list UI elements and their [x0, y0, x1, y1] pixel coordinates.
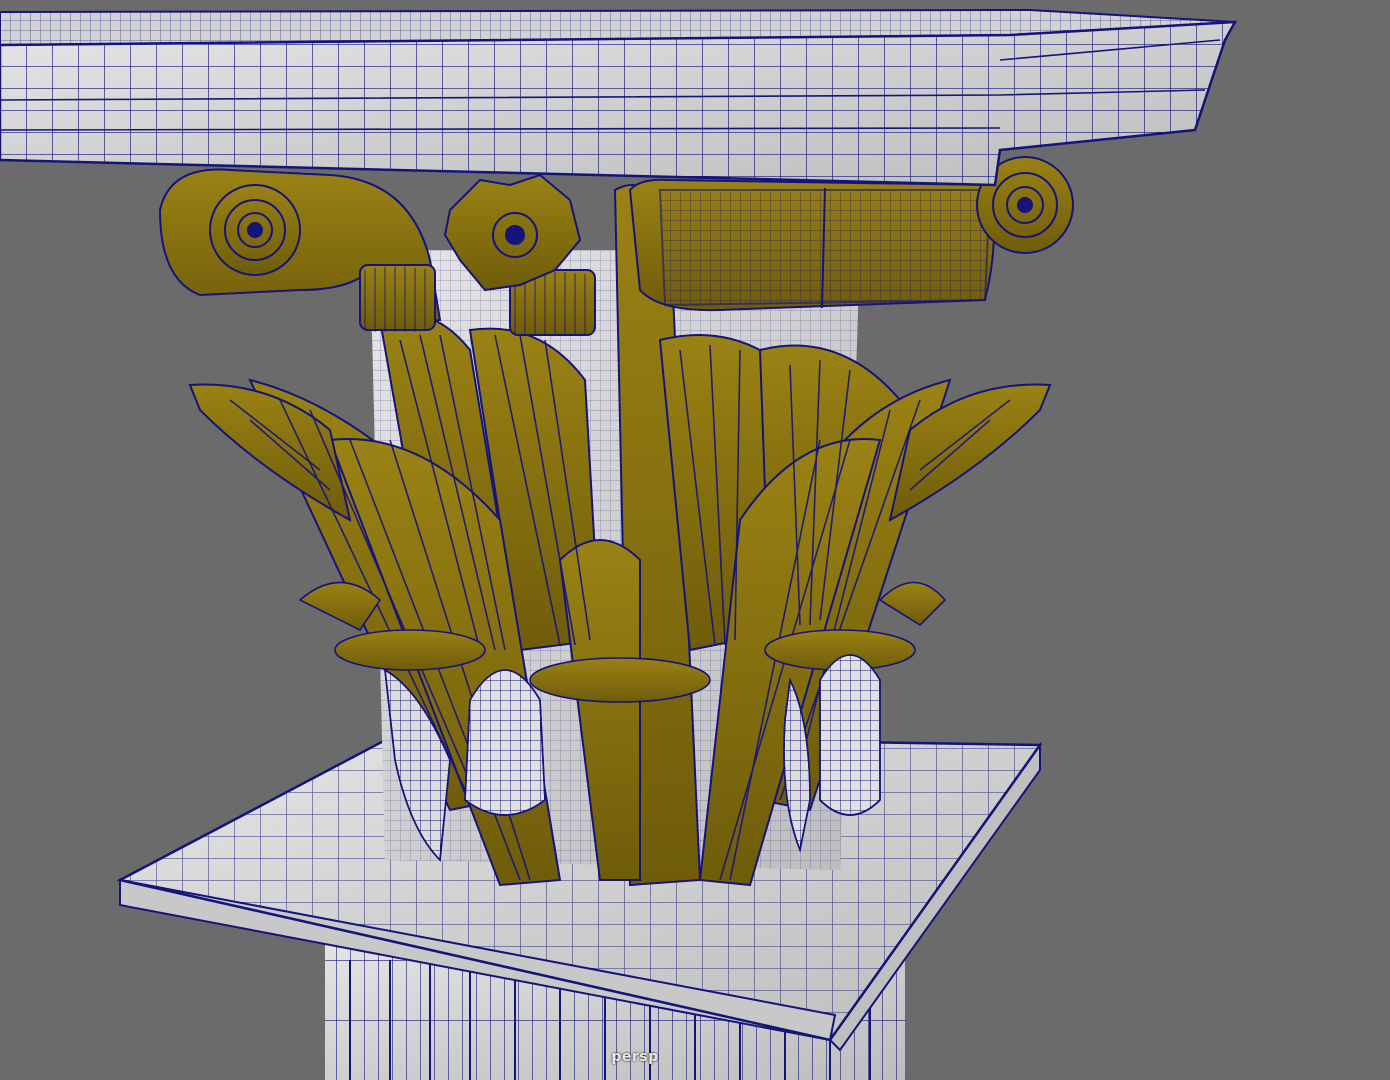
viewport-canvas[interactable]: [0, 0, 1390, 1080]
3d-viewport[interactable]: persp: [0, 0, 1390, 1080]
camera-label: persp: [611, 1049, 659, 1065]
entablature-molding[interactable]: [0, 8, 1238, 187]
